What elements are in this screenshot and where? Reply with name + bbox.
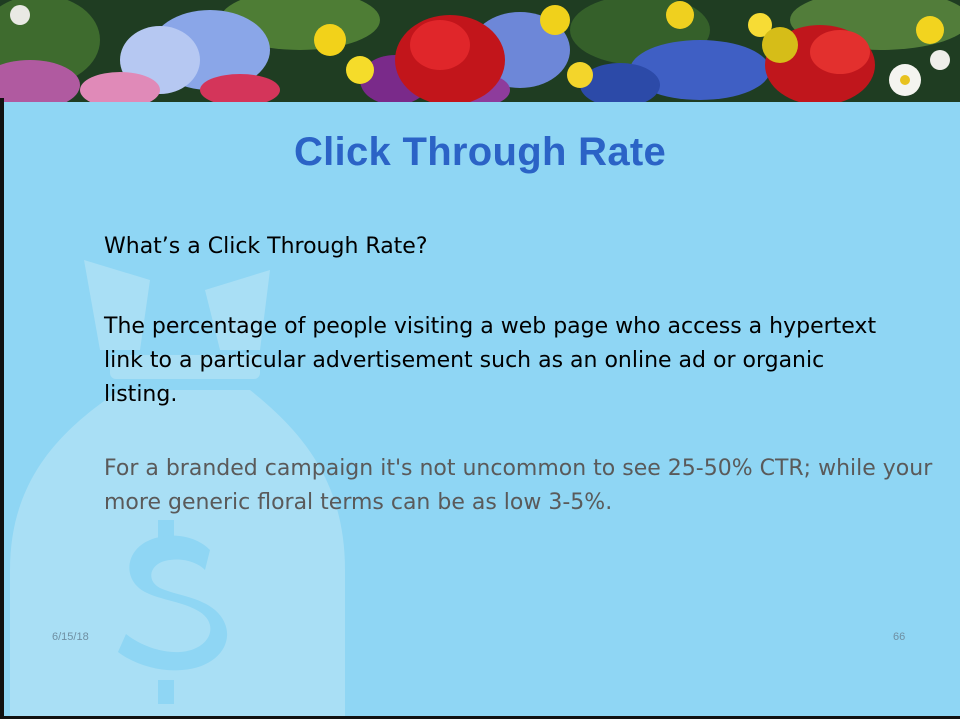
page-number: 66 [893,631,906,643]
slide: Click Through Rate What’s a Click Throug… [0,0,960,719]
slide-title: Click Through Rate [293,130,667,174]
footer-date: 6/15/18 [52,631,89,643]
frame-border-left [0,98,4,719]
question-text: What’s a Click Through Rate? [104,234,428,259]
definition-text: The percentage of people visiting a web … [104,314,877,407]
example-text: For a branded campaign it's not uncommon… [104,456,933,515]
flower-banner-image [0,0,960,102]
